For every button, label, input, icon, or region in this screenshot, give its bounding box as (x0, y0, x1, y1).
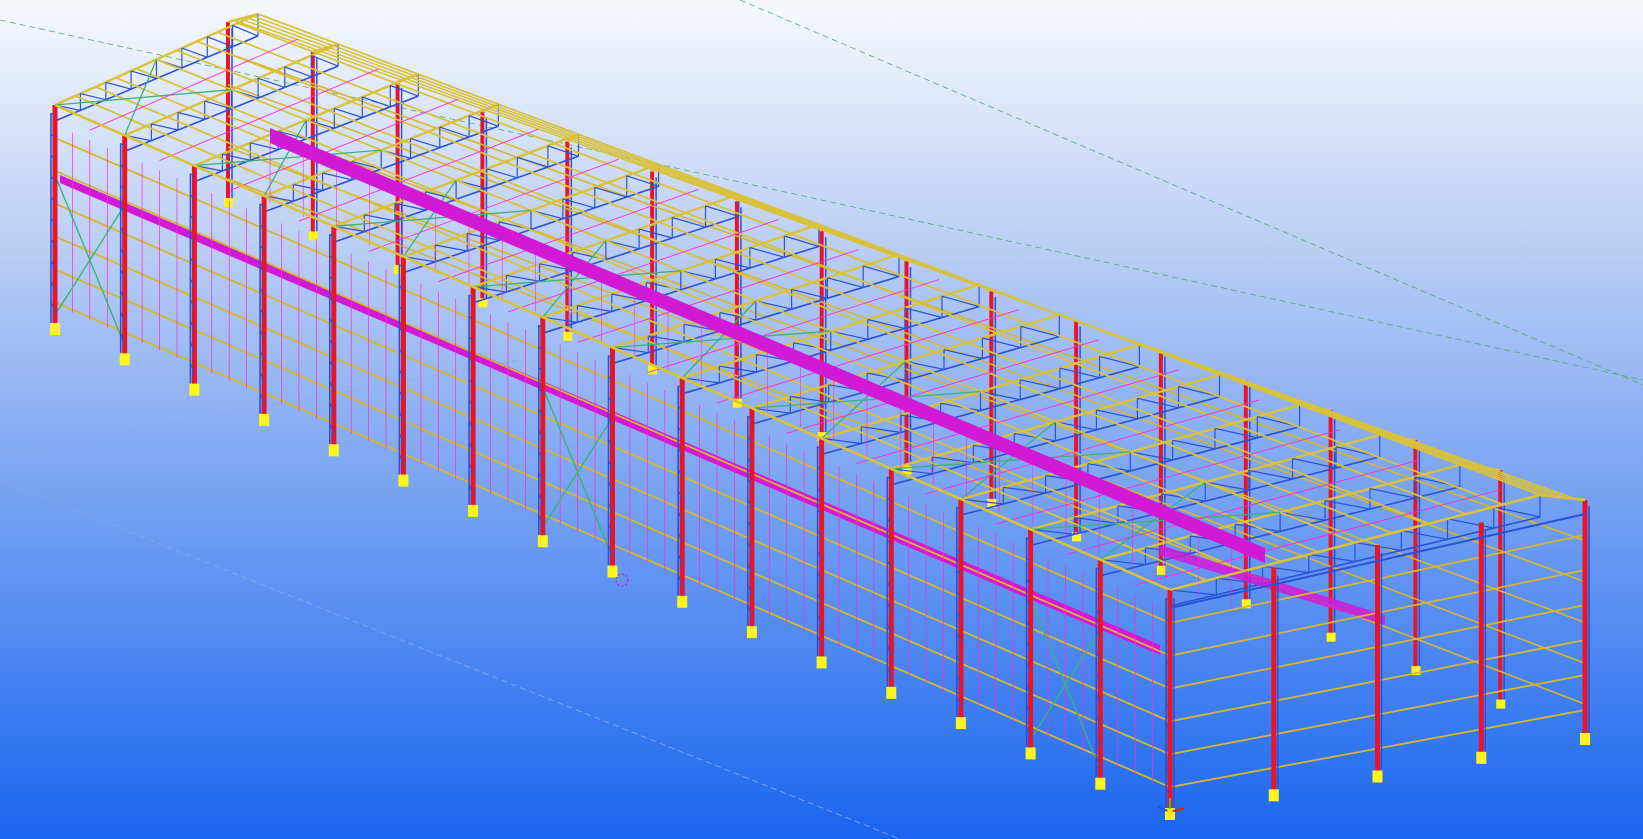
base-plate (1476, 751, 1487, 764)
base-plate (189, 383, 200, 396)
base-plate (1025, 747, 1036, 760)
base-plate (886, 686, 897, 699)
base-plate (328, 444, 339, 457)
base-plate (224, 198, 233, 207)
base-plate (259, 413, 270, 426)
base-plate (1326, 632, 1336, 642)
base-plate (1580, 733, 1590, 745)
base-plate (50, 323, 60, 335)
base-plate (816, 656, 827, 669)
base-plate (746, 626, 757, 639)
model-3d-viewport[interactable] (0, 0, 1643, 839)
base-plate (1268, 789, 1279, 802)
base-plate (119, 353, 130, 366)
base-plate (1095, 777, 1106, 790)
base-plate (1156, 565, 1166, 575)
base-plate (607, 565, 618, 578)
base-plate (468, 504, 479, 517)
steel-structure-model[interactable] (0, 0, 1643, 839)
base-plate (563, 331, 573, 341)
base-plate (537, 535, 548, 548)
base-plate (955, 717, 966, 730)
base-plate (398, 474, 409, 487)
base-plate (1372, 770, 1383, 783)
base-plate (677, 595, 688, 608)
base-plate (1496, 699, 1506, 709)
